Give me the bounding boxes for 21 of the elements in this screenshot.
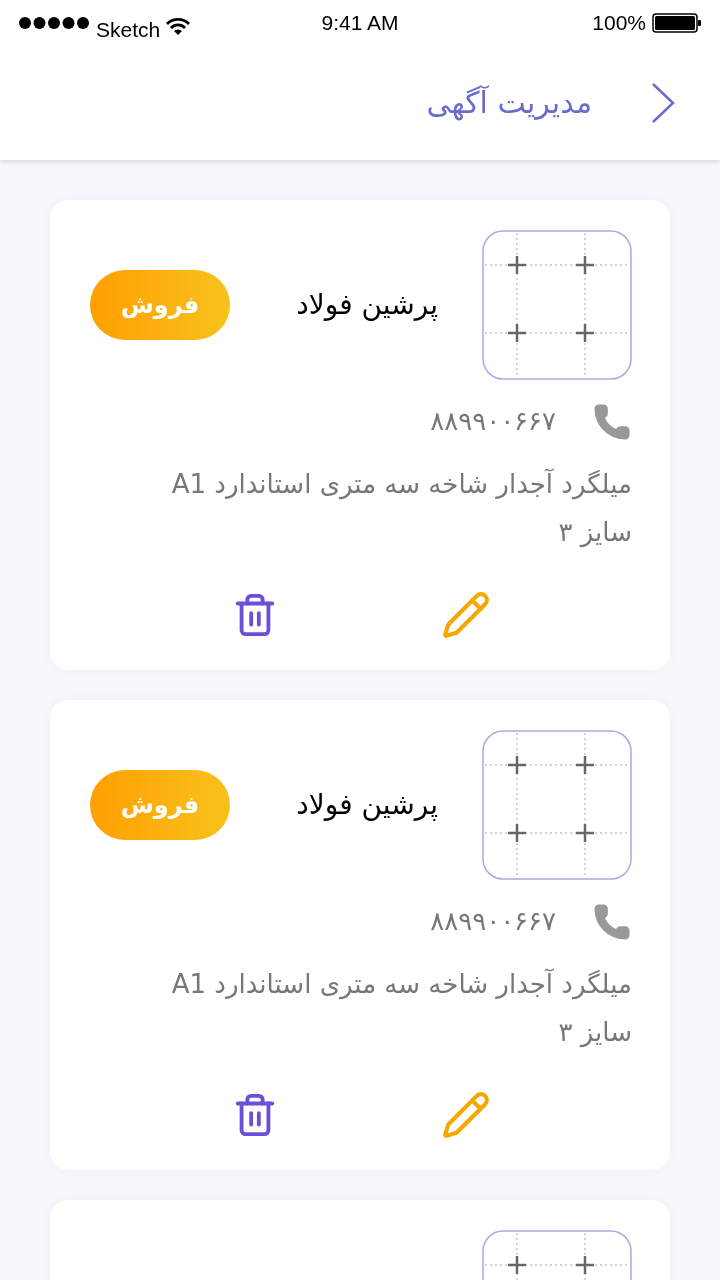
image-placeholder-icon <box>482 729 632 880</box>
wifi-icon <box>166 17 191 36</box>
sale-tag: فروش <box>90 769 230 840</box>
chevron-icon <box>650 81 676 124</box>
pencil-icon <box>440 1089 491 1140</box>
battery-icon <box>652 12 702 33</box>
phone-number: ۸۸۹۹۰۰۶۶۷ <box>430 405 556 438</box>
ad-description: میلگرد آجدار شاخه سه متری استاندارد A1 سایز ۳ <box>170 467 632 550</box>
company-name: پرشین فولاد <box>296 286 438 323</box>
carrier-name: Sketch <box>96 17 161 43</box>
company-name: پرشین فولاد <box>296 786 438 823</box>
battery-percent: 100% <box>592 10 646 36</box>
pencil-icon <box>440 589 491 640</box>
sale-tag: فروش <box>90 269 230 340</box>
signal-icon <box>18 15 90 30</box>
back-button[interactable] <box>650 81 676 124</box>
phone-number: ۸۸۹۹۰۰۶۶۷ <box>430 905 556 938</box>
image-placeholder-icon <box>482 229 632 380</box>
clock: 9:41 AM <box>320 10 400 36</box>
page-title: مدیریت آگهی <box>426 84 592 123</box>
ad-description: میلگرد آجدار شاخه سه متری استاندارد A1 سایز ۳ <box>170 967 632 1050</box>
